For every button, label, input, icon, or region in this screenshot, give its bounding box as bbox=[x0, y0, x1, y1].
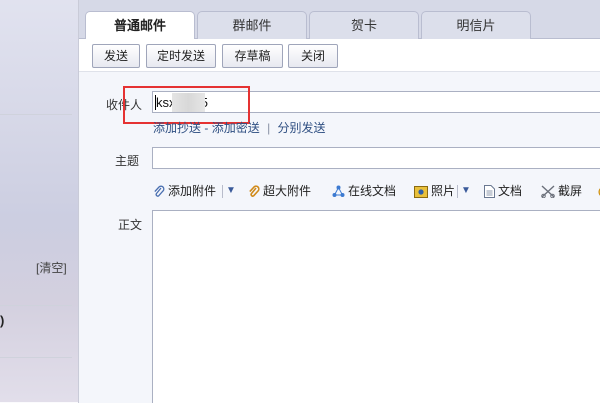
tab-group-mail[interactable]: 群邮件 bbox=[197, 11, 307, 39]
sidebar-background bbox=[0, 0, 78, 402]
toolbar: 发送 定时发送 存草稿 关闭 bbox=[79, 39, 600, 72]
chevron-down-icon[interactable]: ▼ bbox=[461, 180, 471, 202]
compose-form: 收件人 ksx 0205 添加抄送 - 添加密送 | 分别发送 主题 添加附件 … bbox=[79, 72, 600, 403]
tab-normal-mail[interactable]: 普通邮件 bbox=[85, 11, 195, 40]
large-paperclip-icon bbox=[249, 185, 260, 197]
large-attachment-label: 超大附件 bbox=[263, 184, 312, 198]
online-doc-label: 在线文档 bbox=[348, 184, 397, 198]
tab-postcard[interactable]: 明信片 bbox=[421, 11, 531, 39]
document-icon bbox=[484, 185, 495, 199]
send-button[interactable]: 发送 bbox=[92, 44, 140, 68]
divider bbox=[0, 305, 72, 306]
subject-field[interactable] bbox=[152, 147, 600, 169]
scheduled-send-button[interactable]: 定时发送 bbox=[146, 44, 216, 68]
subject-label: 主题 bbox=[115, 154, 140, 168]
close-button[interactable]: 关闭 bbox=[288, 44, 338, 68]
link-dash: - bbox=[204, 121, 209, 135]
document-label: 文档 bbox=[498, 184, 523, 198]
more-icon[interactable] bbox=[594, 180, 600, 202]
photo-button[interactable]: 照片 bbox=[414, 180, 455, 202]
divider bbox=[457, 185, 458, 198]
divider bbox=[222, 185, 223, 198]
attachment-toolbar: 添加附件 ▼ 超大附件 在线文档 照片 ▼ 文档 截屏 bbox=[152, 180, 600, 202]
save-draft-button[interactable]: 存草稿 bbox=[222, 44, 283, 68]
add-attachment-label: 添加附件 bbox=[168, 184, 217, 198]
send-separately-link[interactable]: 分别发送 bbox=[278, 121, 326, 135]
paperclip-icon bbox=[154, 185, 165, 197]
large-attachment-button[interactable]: 超大附件 bbox=[248, 180, 311, 202]
body-label: 正文 bbox=[118, 218, 143, 232]
screenshot-label: 截屏 bbox=[558, 184, 583, 198]
add-attachment-button[interactable]: 添加附件 bbox=[153, 180, 216, 202]
sidebar-count-text: ) bbox=[0, 313, 5, 328]
body-editor[interactable] bbox=[152, 210, 600, 403]
tab-bar: 普通邮件 群邮件 贺卡 明信片 bbox=[79, 0, 600, 40]
add-cc-link[interactable]: 添加抄送 bbox=[153, 121, 201, 135]
document-button[interactable]: 文档 bbox=[484, 180, 522, 202]
share-icon bbox=[332, 185, 345, 198]
add-bcc-link[interactable]: 添加密送 bbox=[212, 121, 260, 135]
link-separator: | bbox=[267, 121, 271, 135]
clear-link[interactable]: [清空] bbox=[36, 259, 67, 276]
sidebar: [清空] ) bbox=[0, 0, 79, 403]
photo-icon bbox=[414, 185, 428, 198]
chevron-down-icon[interactable]: ▼ bbox=[226, 180, 236, 202]
divider bbox=[0, 357, 72, 358]
divider bbox=[0, 114, 72, 115]
online-doc-button[interactable]: 在线文档 bbox=[332, 180, 396, 202]
tab-greeting-card[interactable]: 贺卡 bbox=[309, 11, 419, 39]
scissors-icon bbox=[541, 185, 555, 199]
screenshot-button[interactable]: 截屏 bbox=[541, 180, 582, 202]
emoji-icon bbox=[598, 188, 600, 196]
recipient-links: 添加抄送 - 添加密送 | 分别发送 bbox=[153, 119, 326, 136]
photo-label: 照片 bbox=[431, 184, 456, 198]
compose-panel: 普通邮件 群邮件 贺卡 明信片 发送 定时发送 存草稿 关闭 收件人 ksx 0… bbox=[79, 0, 600, 403]
